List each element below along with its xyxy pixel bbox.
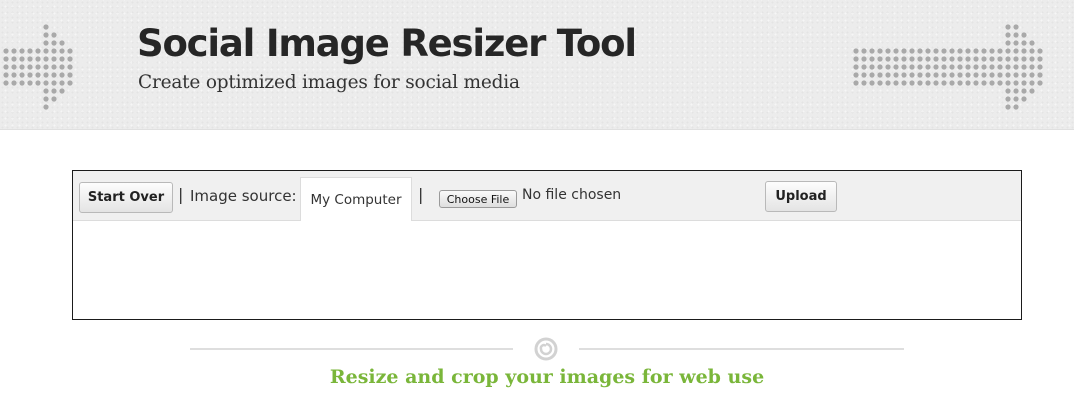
divider-line	[579, 348, 904, 350]
tab-my-computer[interactable]: My Computer	[300, 177, 412, 221]
toolbar-separator: |	[418, 185, 424, 204]
divider-line	[190, 348, 513, 350]
upload-button[interactable]: Upload	[765, 181, 837, 212]
start-over-button[interactable]: Start Over	[79, 182, 173, 213]
toolbar: Start Over | Image source: My Computer |…	[73, 171, 1021, 221]
toolbar-separator: |	[178, 185, 184, 204]
page-header: Social Image Resizer Tool Create optimiz…	[0, 0, 1074, 130]
image-source-label: Image source:	[190, 187, 297, 205]
tagline: Resize and crop your images for web use	[329, 366, 765, 388]
page-subtitle: Create optimized images for social media	[138, 72, 520, 93]
section-divider	[190, 333, 904, 363]
file-status-text: No file chosen	[522, 187, 622, 203]
swirl-icon	[534, 337, 558, 365]
page-title: Social Image Resizer Tool	[137, 22, 637, 65]
resizer-panel: Start Over | Image source: My Computer |…	[72, 170, 1022, 320]
dotted-arrow-icon	[0, 22, 100, 112]
dotted-arrow-icon	[850, 22, 1074, 112]
choose-file-button[interactable]: Choose File	[439, 190, 517, 208]
